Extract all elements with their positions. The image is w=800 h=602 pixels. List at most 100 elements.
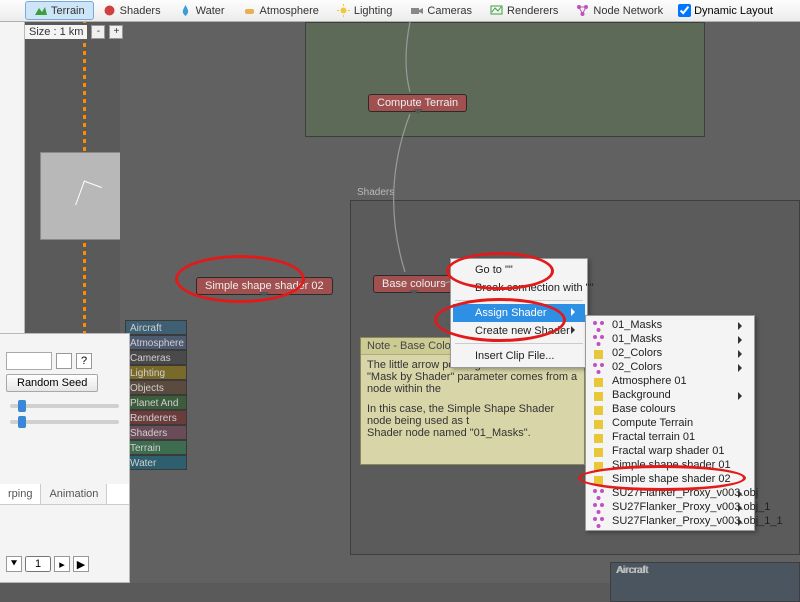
ctx-create-new-shader[interactable]: Create new Shader — [453, 322, 585, 340]
size-increase[interactable]: + — [109, 25, 123, 39]
ctx-break-connection[interactable]: Break connection with "" — [453, 279, 585, 297]
chevron-right-icon — [571, 308, 579, 316]
node-compute-terrain[interactable]: Compute Terrain — [368, 94, 467, 112]
slider-2[interactable] — [10, 420, 119, 424]
submenu-label: Fractal warp shader 01 — [612, 445, 725, 457]
context-menu: Go to "" Break connection with "" Assign… — [450, 258, 588, 368]
toolbar-label: Renderers — [507, 5, 558, 17]
chevron-right-icon — [738, 518, 746, 526]
toolbar-label: Node Network — [593, 5, 663, 17]
size-label: Size : 1 km — [25, 25, 87, 39]
submenu-label: SU27Flanker_Proxy_v003.obj_1 — [612, 501, 770, 513]
toolbar-label: Lighting — [354, 5, 393, 17]
category-lighting[interactable]: Lighting — [125, 365, 187, 380]
tab-animation[interactable]: Animation — [41, 484, 107, 504]
submenu-fractal-warp-shader-01[interactable]: Fractal warp shader 01 — [588, 444, 752, 458]
toolbar-label: Cameras — [427, 5, 472, 17]
spinner-input[interactable] — [25, 556, 51, 572]
category-atmosphere[interactable]: Atmosphere — [125, 335, 187, 350]
ctx-assign-shader[interactable]: Assign Shader — [453, 304, 585, 322]
cameras-icon — [410, 4, 423, 17]
random-seed-button[interactable]: Random Seed — [6, 374, 98, 392]
node-simple-shape-shader-02[interactable]: Simple shape shader 02 — [196, 277, 333, 295]
category-aircraft[interactable]: Aircraft — [125, 320, 187, 335]
node-label: Base colours — [382, 278, 446, 290]
submenu-su27flanker-proxy-v003-obj-1[interactable]: SU27Flanker_Proxy_v003.obj_1 — [588, 500, 752, 514]
submenu-su27flanker-proxy-v003-obj[interactable]: SU27Flanker_Proxy_v003.obj — [588, 486, 752, 500]
category-objects[interactable]: Objects — [125, 380, 187, 395]
size-toolbar: Size : 1 km - + — [25, 22, 123, 42]
toolbar-label: Shaders — [120, 5, 161, 17]
submenu-simple-shape-shader-01[interactable]: Simple shape shader 01 — [588, 458, 752, 472]
category-renderers[interactable]: Renderers — [125, 410, 187, 425]
dynamic-layout-checkbox[interactable] — [678, 4, 691, 17]
toolbar-atmosphere[interactable]: Atmosphere — [234, 1, 328, 20]
submenu-atmosphere-01[interactable]: Atmosphere 01 — [588, 374, 752, 388]
toolbar-cameras[interactable]: Cameras — [401, 1, 481, 20]
node-label: Simple shape shader 02 — [205, 280, 324, 292]
submenu-label: Base colours — [612, 403, 676, 415]
submenu-simple-shape-shader-02[interactable]: Simple shape shader 02 — [588, 472, 752, 486]
submenu-fractal-terrain-01[interactable]: Fractal terrain 01 — [588, 430, 752, 444]
submenu-su27flanker-proxy-v003-obj-1-1[interactable]: SU27Flanker_Proxy_v003.obj_1_1 — [588, 514, 752, 528]
category-terrain[interactable]: Terrain — [125, 440, 187, 455]
panel-tabs: rping Animation — [0, 484, 129, 505]
node-base-colours[interactable]: Base colours — [373, 275, 455, 293]
terrain-preview[interactable] — [40, 152, 128, 240]
dynamic-layout-toggle[interactable]: Dynamic Layout — [678, 4, 773, 17]
renderers-icon — [490, 4, 503, 17]
terrain-icon — [34, 4, 47, 17]
node-network-icon — [576, 4, 589, 17]
note-text: Shader node named "01_Masks". — [367, 427, 578, 439]
ctx-insert-clip-file[interactable]: Insert Clip File... — [453, 347, 585, 365]
stepper-down[interactable]: ⯆ — [6, 556, 22, 572]
toolbar-lighting[interactable]: Lighting — [328, 1, 402, 20]
toolbar-node-network[interactable]: Node Network — [567, 1, 672, 20]
group-aircraft-label: Aircraft — [616, 565, 648, 576]
category-shaders[interactable]: Shaders — [125, 425, 187, 440]
toolbar-label: Water — [196, 5, 225, 17]
stepper-up[interactable]: ▸ — [54, 556, 70, 572]
toolbar-renderers[interactable]: Renderers — [481, 1, 567, 20]
category-planet-and-[interactable]: Planet And ... — [125, 395, 187, 410]
submenu-compute-terrain[interactable]: Compute Terrain — [588, 416, 752, 430]
toolbar-terrain[interactable]: Terrain — [25, 1, 94, 20]
main-toolbar: Terrain Shaders Water Atmosphere Lightin… — [0, 0, 800, 22]
chevron-right-icon — [738, 490, 746, 498]
submenu-background[interactable]: Background — [588, 388, 752, 402]
submenu-label: 02_Colors — [612, 361, 662, 373]
ctx-label: Go to "" — [475, 264, 513, 276]
play-button[interactable]: ▶ — [73, 556, 89, 572]
toolbar-shaders[interactable]: Shaders — [94, 1, 170, 20]
spinner-row: ⯆ ▸ ▶ — [6, 556, 89, 572]
submenu-base-colours[interactable]: Base colours — [588, 402, 752, 416]
ctx-separator — [455, 343, 583, 344]
color-swatch[interactable] — [56, 353, 72, 369]
submenu-01-masks[interactable]: 01_Masks — [588, 318, 752, 332]
value-input[interactable] — [6, 352, 52, 370]
submenu-01-masks[interactable]: 01_Masks — [588, 332, 752, 346]
slider-1[interactable] — [10, 404, 119, 408]
info-button[interactable]: ? — [76, 353, 92, 369]
node-label: Compute Terrain — [377, 97, 458, 109]
category-water[interactable]: Water — [125, 455, 187, 470]
note-text: "Mask by Shader" parameter comes from a … — [367, 371, 578, 395]
toolbar-water[interactable]: Water — [170, 1, 234, 20]
water-icon — [179, 4, 192, 17]
submenu-label: Simple shape shader 01 — [612, 459, 731, 471]
submenu-02-colors[interactable]: 02_Colors — [588, 360, 752, 374]
submenu-label: Compute Terrain — [612, 417, 693, 429]
tab-warping[interactable]: rping — [0, 484, 41, 504]
shaders-icon — [103, 4, 116, 17]
ctx-separator — [455, 300, 583, 301]
ctx-goto[interactable]: Go to "" — [453, 261, 585, 279]
chevron-right-icon — [738, 350, 746, 358]
category-palette: AircraftAtmosphereCamerasLightingObjects… — [125, 320, 187, 470]
size-decrease[interactable]: - — [91, 25, 105, 39]
submenu-label: Simple shape shader 02 — [612, 473, 731, 485]
category-cameras[interactable]: Cameras — [125, 350, 187, 365]
submenu-label: 01_Masks — [612, 333, 662, 345]
panel-row: ? — [6, 352, 123, 370]
submenu-label: SU27Flanker_Proxy_v003.obj — [612, 487, 758, 499]
submenu-02-colors[interactable]: 02_Colors — [588, 346, 752, 360]
